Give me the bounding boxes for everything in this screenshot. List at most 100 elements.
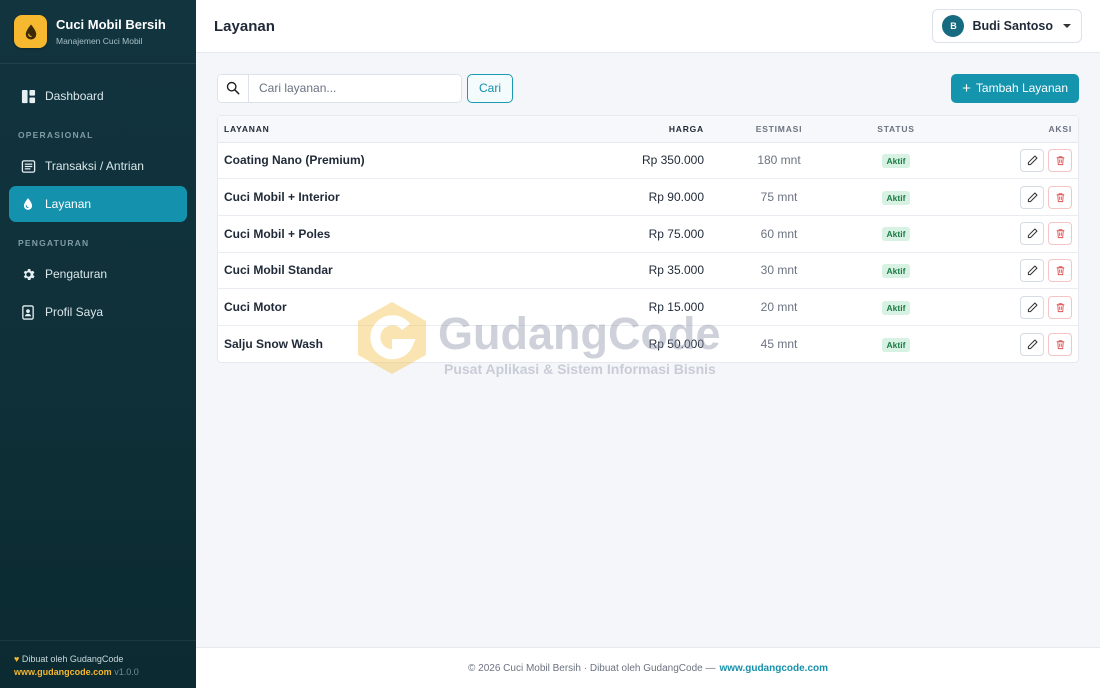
status-badge: Aktif: [881, 153, 911, 168]
delete-button[interactable]: [1048, 258, 1072, 282]
gear-icon: [20, 266, 36, 282]
search-icon: [218, 74, 249, 102]
main-content: Cari + Tambah Layanan LAYANAN HARGA ESTI…: [196, 53, 1100, 647]
service-estimate: 30 mnt: [710, 252, 848, 290]
user-menu-button[interactable]: B Budi Santoso: [932, 9, 1082, 43]
droplet-logo-icon: [25, 24, 36, 39]
edit-button[interactable]: [1020, 258, 1044, 282]
id-badge-icon: [20, 304, 36, 320]
table-row: Cuci Motor Rp 15.000 20 mnt Aktif: [218, 288, 1078, 326]
sidebar-nav: Dashboard OPERASIONAL Transaksi / Antria…: [0, 64, 196, 330]
toolbar: Cari + Tambah Layanan: [217, 73, 1079, 103]
table-row: Cuci Mobil + Interior Rp 90.000 75 mnt A…: [218, 178, 1078, 216]
edit-button[interactable]: [1020, 295, 1044, 319]
sidebar-item-profil[interactable]: Profil Saya: [9, 294, 187, 330]
avatar: B: [942, 15, 965, 37]
sidebar-section-title: PENGATURAN: [18, 238, 90, 248]
trash-icon: [1056, 192, 1064, 202]
pencil-icon: [1027, 155, 1037, 165]
status-badge: Aktif: [881, 227, 911, 242]
caret-down-icon: [1063, 24, 1071, 28]
trash-icon: [1056, 156, 1064, 165]
footer-site-link[interactable]: www.gudangcode.com: [719, 663, 828, 674]
service-name: Cuci Mobil Standar: [218, 252, 568, 290]
sidebar: Cuci Mobil Bersih Manajemen Cuci Mobil D…: [0, 0, 196, 688]
service-price: Rp 90.000: [568, 178, 710, 216]
sidebar-item-label: Pengaturan: [45, 267, 108, 281]
add-service-label: Tambah Layanan: [975, 81, 1068, 95]
column-header-harga: HARGA: [568, 116, 710, 143]
service-estimate: 45 mnt: [760, 337, 798, 352]
sidebar-item-dashboard[interactable]: Dashboard: [9, 78, 187, 114]
sidebar-item-label: Layanan: [45, 197, 92, 211]
dashboard-icon: [20, 88, 36, 104]
search-button[interactable]: Cari: [467, 73, 514, 103]
status-badge: Aktif: [881, 190, 911, 205]
delete-button[interactable]: [1048, 148, 1072, 172]
sidebar-item-label: Profil Saya: [45, 305, 104, 319]
edit-button[interactable]: [1020, 222, 1044, 246]
sidebar-item-transaksi[interactable]: Transaksi / Antrian: [9, 148, 187, 184]
app-name: Cuci Mobil Bersih: [56, 17, 166, 32]
sidebar-item-label: Dashboard: [45, 89, 104, 103]
made-by-text: Dibuat oleh GudangCode: [21, 654, 124, 664]
page-footer: © 2026 Cuci Mobil Bersih · Dibuat oleh G…: [196, 647, 1100, 688]
service-estimate: 75 mnt: [710, 178, 848, 216]
version-text: v1.0.0: [114, 667, 139, 677]
service-price: Rp 35.000: [568, 252, 710, 290]
top-header: Layanan B Budi Santoso: [196, 0, 1100, 53]
column-header-estimasi: ESTIMASI: [710, 116, 848, 143]
add-service-button[interactable]: + Tambah Layanan: [951, 73, 1079, 103]
column-header-aksi: AKSI: [944, 116, 1078, 143]
heart-icon: ♥: [14, 654, 20, 664]
page-title: Layanan: [214, 17, 275, 35]
search-input[interactable]: [249, 74, 461, 102]
service-estimate: 180 mnt: [710, 142, 848, 180]
pencil-icon: [1027, 265, 1037, 276]
sidebar-section-title: OPERASIONAL: [18, 130, 94, 140]
table-row: Coating Nano (Premium) Rp 350.000 180 mn…: [218, 142, 1078, 180]
pencil-icon: [1027, 302, 1037, 312]
delete-button[interactable]: [1048, 222, 1072, 246]
column-header-status: STATUS: [848, 116, 944, 143]
service-name: Cuci Motor: [218, 288, 568, 326]
service-price: Rp 50.000: [648, 337, 704, 352]
status-badge: Aktif: [881, 263, 911, 278]
service-price: Rp 15.000: [568, 288, 710, 326]
pencil-icon: [1027, 339, 1037, 349]
delete-button[interactable]: [1048, 185, 1072, 209]
service-price: Rp 75.000: [568, 215, 710, 253]
footer-text: © 2026 Cuci Mobil Bersih · Dibuat oleh G…: [467, 662, 716, 674]
site-link[interactable]: www.gudangcode.com: [14, 667, 112, 677]
app-subtitle: Manajemen Cuci Mobil: [56, 36, 143, 46]
edit-button[interactable]: [1020, 148, 1044, 172]
column-header-layanan: LAYANAN: [218, 116, 568, 143]
service-name: Cuci Mobil + Poles: [218, 215, 568, 253]
brand[interactable]: Cuci Mobil Bersih Manajemen Cuci Mobil: [0, 0, 196, 64]
plus-icon: +: [962, 79, 971, 97]
list-icon: [20, 158, 36, 174]
delete-button[interactable]: [1048, 295, 1072, 319]
trash-icon: [1056, 229, 1064, 239]
edit-button[interactable]: [1020, 185, 1044, 209]
service-estimate: 60 mnt: [710, 215, 848, 253]
trash-icon: [1056, 302, 1064, 312]
user-name: Budi Santoso: [972, 19, 1053, 33]
service-name: Coating Nano (Premium): [218, 142, 568, 180]
table-header-row: LAYANAN HARGA ESTIMASI STATUS AKSI: [218, 116, 1078, 143]
search-group: [217, 73, 462, 103]
table-row: Cuci Mobil + Poles Rp 75.000 60 mnt Akti…: [218, 215, 1078, 253]
sidebar-item-layanan[interactable]: Layanan: [9, 186, 187, 222]
sidebar-item-pengaturan[interactable]: Pengaturan: [9, 256, 187, 292]
service-name: Salju Snow Wash: [224, 337, 323, 352]
service-price: Rp 350.000: [568, 142, 710, 180]
service-estimate: 20 mnt: [710, 288, 848, 326]
table-row: Cuci Mobil Standar Rp 35.000 30 mnt Akti…: [218, 252, 1078, 290]
sidebar-item-label: Transaksi / Antrian: [45, 159, 144, 173]
delete-button[interactable]: [1048, 332, 1072, 356]
droplet-icon: [20, 196, 36, 212]
edit-button[interactable]: [1020, 332, 1044, 356]
trash-icon: [1056, 266, 1064, 275]
trash-icon: [1056, 339, 1064, 349]
service-name: Cuci Mobil + Interior: [218, 178, 568, 216]
